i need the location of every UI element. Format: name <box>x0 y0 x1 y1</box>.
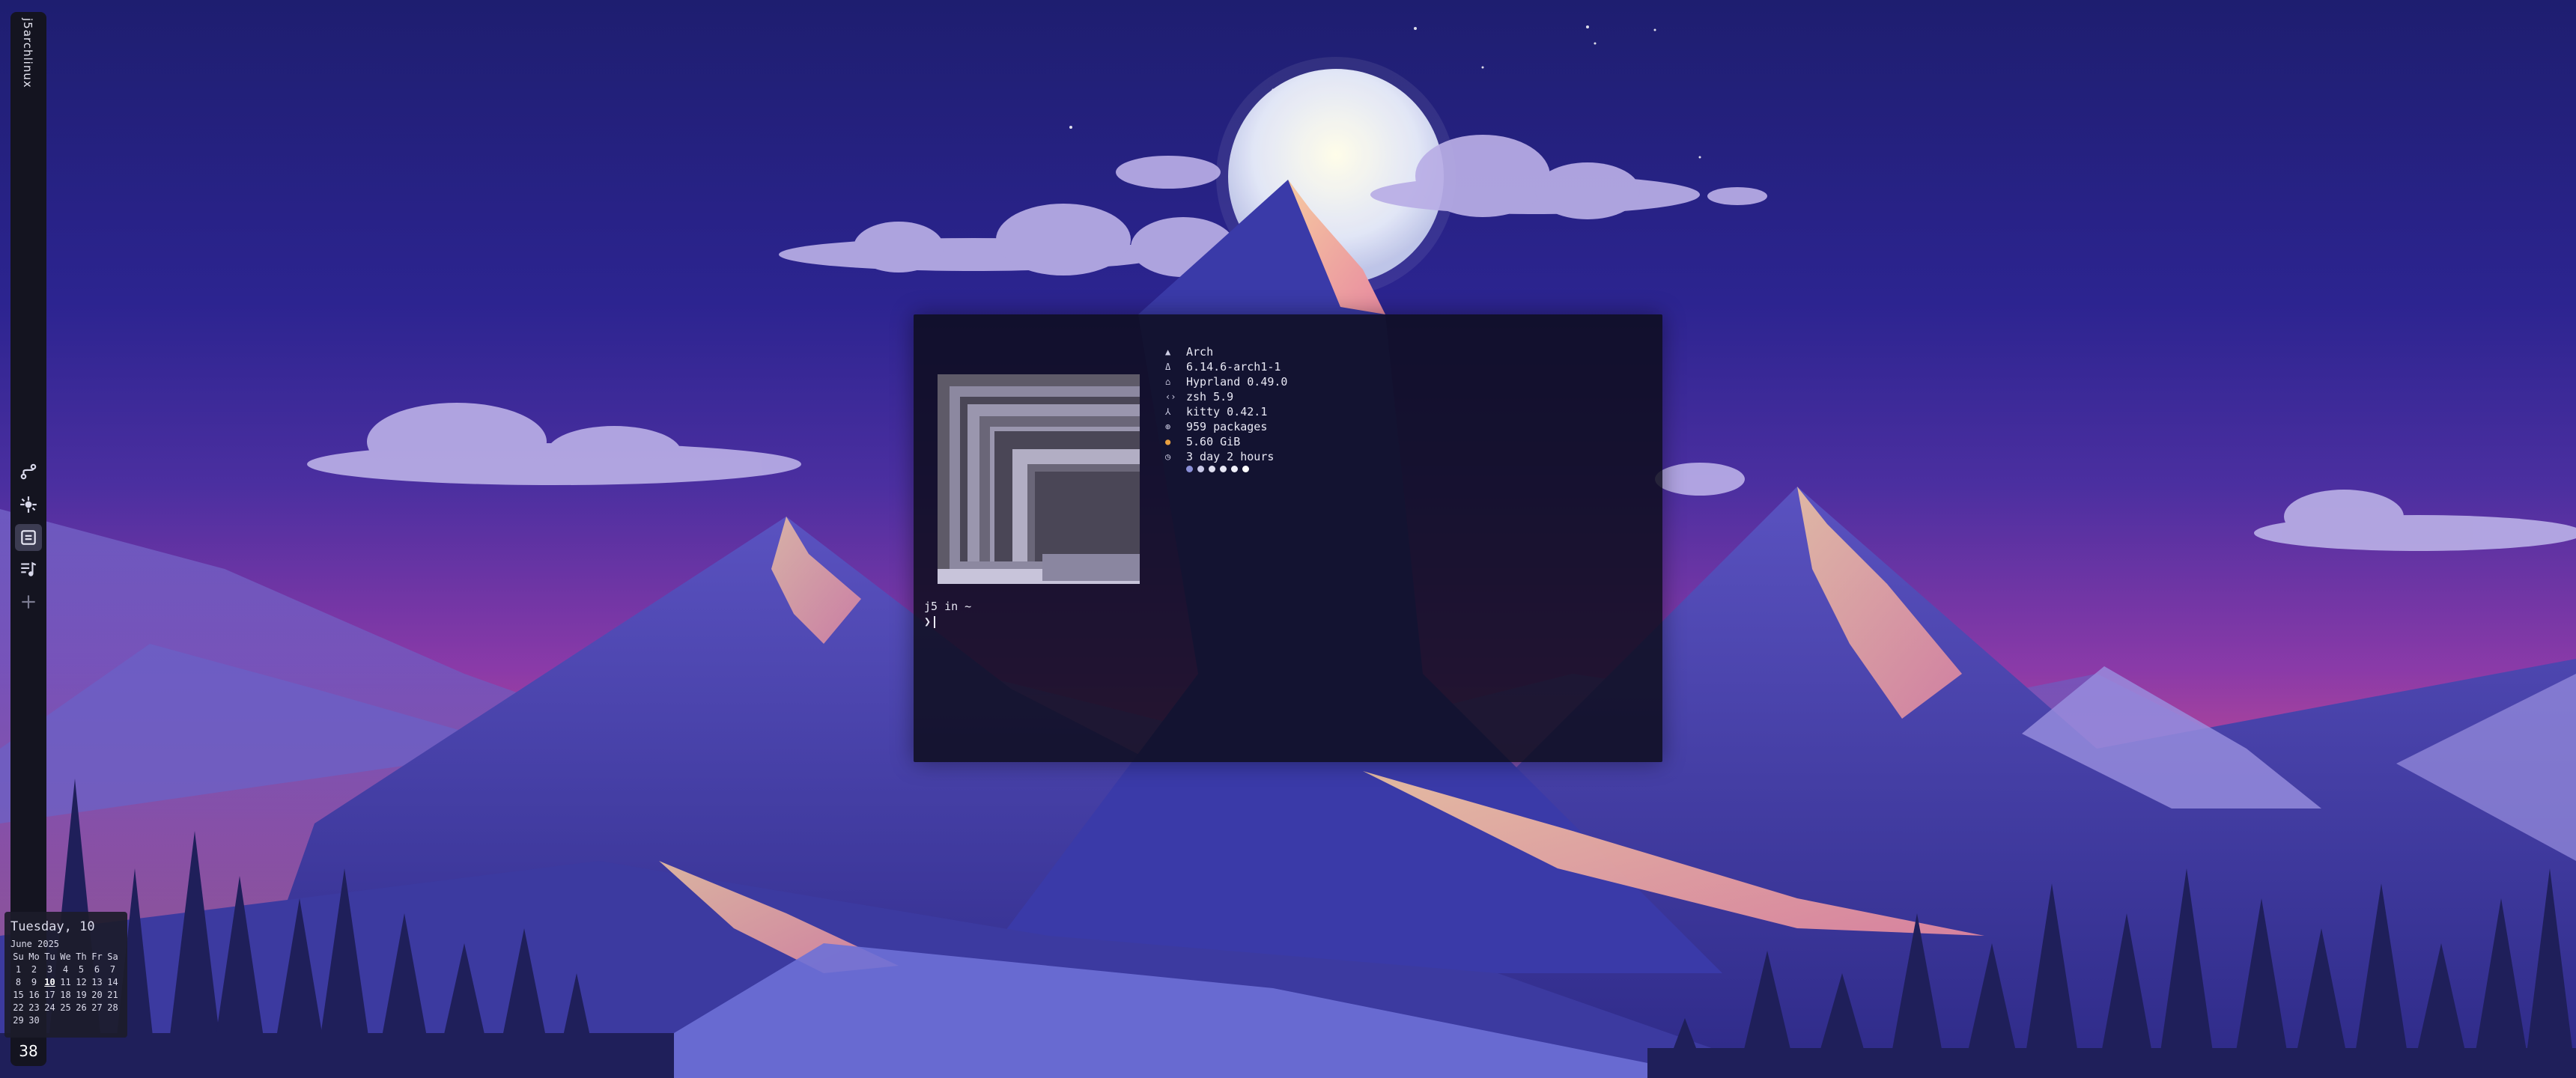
palette-dot <box>1231 466 1238 472</box>
weekday-header: Th <box>76 951 87 962</box>
bar-counter: 38 <box>19 1042 38 1060</box>
calendar-day[interactable]: 16 <box>26 989 42 1001</box>
weekday-header: Fr <box>91 951 103 962</box>
fetch-info-list: ▲ Arch Δ 6.14.6-arch1-1 ⌂ Hyprland 0.49.0 ‹› zs… <box>1165 344 1287 472</box>
calendar-widget: Tuesday, 10 June 2025 Su Mo Tu We Th Fr Sa 1 2 3 4… <box>4 912 127 1038</box>
fetch-logo-image <box>938 374 1140 584</box>
prompt-symbol: ❯ <box>924 615 932 628</box>
plus-icon[interactable] <box>15 588 42 615</box>
calendar-day[interactable]: 20 <box>89 989 105 1001</box>
calendar-day[interactable]: 2 <box>26 963 42 975</box>
fetch-value: zsh 5.9 <box>1186 390 1234 404</box>
fetch-value: 5.60 GiB <box>1186 435 1241 448</box>
fetch-value: 959 packages <box>1186 420 1268 433</box>
shell-icon: ‹› <box>1165 392 1176 402</box>
calendar-day[interactable]: 22 <box>10 1002 26 1014</box>
palette-dot <box>1197 466 1204 472</box>
fetch-row: ● 5.60 GiB <box>1165 434 1287 449</box>
kernel-icon: Δ <box>1165 362 1171 372</box>
gear-icon[interactable] <box>15 491 42 518</box>
calendar-day[interactable]: 4 <box>58 963 73 975</box>
calendar-day[interactable]: 11 <box>58 976 73 988</box>
package-icon: ⊕ <box>1165 421 1171 432</box>
weekday-header: Mo <box>28 951 40 962</box>
calendar-day[interactable]: 3 <box>42 963 58 975</box>
calendar-day[interactable]: 19 <box>73 989 89 1001</box>
calendar-day[interactable]: 28 <box>105 1002 121 1014</box>
fetch-row: ◷ 3 day 2 hours <box>1165 449 1287 464</box>
palette-dot <box>1186 466 1193 472</box>
palette-dot <box>1209 466 1215 472</box>
color-palette <box>1186 466 1287 472</box>
weekday-header: Su <box>13 951 24 962</box>
terminal-window-icon[interactable] <box>15 524 42 551</box>
fetch-value: 6.14.6-arch1-1 <box>1186 360 1281 374</box>
calendar-day[interactable]: 7 <box>105 963 121 975</box>
palette-dot <box>1242 466 1249 472</box>
fetch-row: ⊕ 959 packages <box>1165 419 1287 434</box>
calendar-day[interactable]: 27 <box>89 1002 105 1014</box>
text-cursor <box>934 615 936 628</box>
calendar-day[interactable]: 26 <box>73 1002 89 1014</box>
calendar-day[interactable]: 5 <box>73 963 89 975</box>
hostname-label: j5archlinux <box>21 18 34 88</box>
calendar-day[interactable]: 1 <box>10 963 26 975</box>
weekday-header: Tu <box>44 951 55 962</box>
fetch-value: kitty 0.42.1 <box>1186 405 1268 418</box>
calendar-day[interactable]: 6 <box>89 963 105 975</box>
calendar-day[interactable]: 8 <box>10 976 26 988</box>
calendar-day[interactable]: 14 <box>105 976 121 988</box>
shell-prompt[interactable]: j5 in ~ ❯ <box>924 599 971 629</box>
calendar-day[interactable]: 25 <box>58 1002 73 1014</box>
fetch-row: ‹› zsh 5.9 <box>1165 389 1287 404</box>
calendar-day[interactable]: 18 <box>58 989 73 1001</box>
calendar-day[interactable]: 9 <box>26 976 42 988</box>
calendar-day[interactable]: 12 <box>73 976 89 988</box>
fetch-row: ⌂ Hyprland 0.49.0 <box>1165 374 1287 389</box>
arch-icon: ▲ <box>1165 347 1171 357</box>
calendar-grid: Su Mo Tu We Th Fr Sa 1 2 3 4 5 6 7 8 9 10 11 12 13 14 15 16 17 1… <box>10 951 121 1026</box>
fetch-row: ⅄ kitty 0.42.1 <box>1165 404 1287 419</box>
calendar-day[interactable]: 23 <box>26 1002 42 1014</box>
weekday-header: We <box>60 951 71 962</box>
memory-icon: ● <box>1165 436 1171 447</box>
calendar-day[interactable]: 21 <box>105 989 121 1001</box>
terminal-icon: ⅄ <box>1165 406 1171 417</box>
calendar-day-today[interactable]: 10 <box>42 976 58 988</box>
calendar-day[interactable]: 17 <box>42 989 58 1001</box>
git-branch-icon[interactable] <box>15 458 42 485</box>
fetch-row: Δ 6.14.6-arch1-1 <box>1165 359 1287 374</box>
wm-icon: ⌂ <box>1165 377 1171 387</box>
calendar-date: Tuesday, 10 <box>10 919 95 934</box>
music-playlist-icon[interactable] <box>15 555 42 582</box>
fetch-value: 3 day 2 hours <box>1186 450 1275 463</box>
calendar-day[interactable]: 15 <box>10 989 26 1001</box>
fetch-value: Arch <box>1186 345 1214 359</box>
uptime-icon: ◷ <box>1165 451 1171 462</box>
calendar-day[interactable]: 13 <box>89 976 105 988</box>
palette-dot <box>1220 466 1227 472</box>
calendar-day[interactable]: 30 <box>26 1014 42 1026</box>
fetch-value: Hyprland 0.49.0 <box>1186 375 1288 389</box>
calendar-day[interactable]: 24 <box>42 1002 58 1014</box>
calendar-day[interactable]: 29 <box>10 1014 26 1026</box>
calendar-month: June 2025 <box>10 939 60 949</box>
prompt-input-line[interactable]: ❯ <box>924 614 971 629</box>
prompt-line: j5 in ~ <box>924 600 972 613</box>
weekday-header: Sa <box>107 951 118 962</box>
terminal-window[interactable]: ▲ Arch Δ 6.14.6-arch1-1 ⌂ Hyprland 0.49.0 ‹› zs… <box>914 314 1662 762</box>
fetch-row: ▲ Arch <box>1165 344 1287 359</box>
